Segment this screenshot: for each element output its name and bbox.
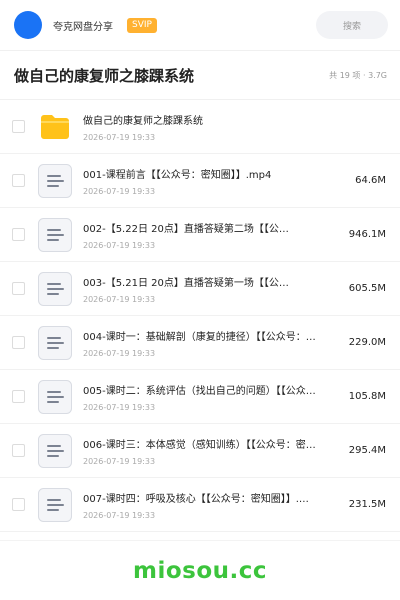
share-owner-name: 夸克网盘分享 xyxy=(53,21,113,33)
file-icon xyxy=(38,217,72,252)
top-bar: 夸克网盘分享 SVIP 搜索 xyxy=(0,0,400,50)
svip-badge: SVIP xyxy=(127,17,157,33)
item-date: 2026-07-19 19:33 xyxy=(83,510,156,520)
avatar[interactable] xyxy=(14,11,42,39)
list-item[interactable]: 002-【5.22日 20点】直播答疑第二场【【公… 2026-07-19 19:… xyxy=(0,208,400,262)
item-name: 007-课时四：呼吸及核心【【公众号：密知圈】】.… xyxy=(83,493,309,505)
item-name: 001-课程前言【【公众号：密知圈】】.mp4 xyxy=(83,169,272,181)
watermark: miosou.cc xyxy=(132,557,268,584)
select-checkbox[interactable] xyxy=(12,336,25,349)
item-name: 003-【5.21日 20点】直播答疑第一场【【公… xyxy=(83,277,289,289)
file-list: 做自己的康复师之膝踝系统 2026-07-19 19:33 001-课程前言【【公众… xyxy=(0,100,400,532)
item-info: 002-【5.22日 20点】直播答疑第二场【【公… 2026-07-19 19:… xyxy=(83,220,345,250)
item-date: 2026-07-19 19:33 xyxy=(83,402,156,412)
file-icon xyxy=(38,271,72,306)
list-item[interactable]: 004-课时一：基础解剖（康复的捷径）【【公众号：… 2026-07-19 19:… xyxy=(0,316,400,370)
item-name: 005-课时二：系统评估（找出自己的问题）【【公众… xyxy=(83,385,316,397)
select-checkbox[interactable] xyxy=(12,120,25,133)
item-size: 605.5M xyxy=(348,283,386,294)
list-item[interactable]: 006-课时三：本体感觉（感知训练）【【公众号：密… 2026-07-19 19:… xyxy=(0,424,400,478)
item-info: 007-课时四：呼吸及核心【【公众号：密知圈】】.… 2026-07-19 19:… xyxy=(83,490,345,520)
select-checkbox[interactable] xyxy=(12,174,25,187)
item-size: 946.1M xyxy=(348,229,386,240)
item-name: 006-课时三：本体感觉（感知训练）【【公众号：密… xyxy=(83,439,316,451)
item-name: 004-课时一：基础解剖（康复的捷径）【【公众号：… xyxy=(83,331,316,343)
search-button[interactable]: 搜索 xyxy=(316,11,388,39)
list-item[interactable]: 007-课时四：呼吸及核心【【公众号：密知圈】】.… 2026-07-19 19:… xyxy=(0,478,400,532)
page-title: 做自己的康复师之膝踝系统 xyxy=(14,66,195,85)
item-date: 2026-07-19 19:33 xyxy=(83,348,156,358)
file-icon xyxy=(38,487,72,522)
search-label: 搜索 xyxy=(342,21,361,32)
item-date: 2026-07-19 19:33 xyxy=(83,456,156,466)
select-checkbox[interactable] xyxy=(12,282,25,295)
item-info: 004-课时一：基础解剖（康复的捷径）【【公众号：… 2026-07-19 19:… xyxy=(83,328,345,358)
folder-header: 做自己的康复师之膝踝系统 共 19 项 · 3.7G xyxy=(0,51,400,99)
list-item[interactable]: 做自己的康复师之膝踝系统 2026-07-19 19:33 xyxy=(0,100,400,154)
item-info: 006-课时三：本体感觉（感知训练）【【公众号：密… 2026-07-19 19:… xyxy=(83,436,345,466)
item-name: 做自己的康复师之膝踝系统 xyxy=(83,115,203,127)
select-checkbox[interactable] xyxy=(12,498,25,511)
item-date: 2026-07-19 19:33 xyxy=(83,294,156,304)
item-size: 64.6M xyxy=(355,175,386,186)
item-info: 做自己的康复师之膝踝系统 2026-07-19 19:33 xyxy=(83,112,382,142)
file-icon xyxy=(38,379,72,414)
file-icon xyxy=(38,163,72,198)
select-checkbox[interactable] xyxy=(12,390,25,403)
item-size: 105.8M xyxy=(348,391,386,402)
item-size: 295.4M xyxy=(348,445,386,456)
item-summary: 共 19 项 · 3.7G xyxy=(329,70,387,80)
list-item[interactable]: 005-课时二：系统评估（找出自己的问题）【【公众… 2026-07-19 19:… xyxy=(0,370,400,424)
item-size: 229.0M xyxy=(348,337,386,348)
select-checkbox[interactable] xyxy=(12,444,25,457)
item-info: 005-课时二：系统评估（找出自己的问题）【【公众… 2026-07-19 19:… xyxy=(83,382,345,412)
item-size: 231.5M xyxy=(348,499,386,510)
item-info: 003-【5.21日 20点】直播答疑第一场【【公… 2026-07-19 19:… xyxy=(83,274,345,304)
item-name: 002-【5.22日 20点】直播答疑第二场【【公… xyxy=(83,223,289,235)
file-icon xyxy=(38,433,72,468)
select-checkbox[interactable] xyxy=(12,228,25,241)
folder-icon xyxy=(38,110,72,144)
file-icon xyxy=(38,325,72,360)
item-date: 2026-07-19 19:33 xyxy=(83,132,156,142)
footer: miosou.cc xyxy=(0,540,400,600)
item-info: 001-课程前言【【公众号：密知圈】】.mp4 2026-07-19 19:33 xyxy=(83,166,351,196)
list-item[interactable]: 001-课程前言【【公众号：密知圈】】.mp4 2026-07-19 19:33 6… xyxy=(0,154,400,208)
item-date: 2026-07-19 19:33 xyxy=(83,186,156,196)
list-item[interactable]: 003-【5.21日 20点】直播答疑第一场【【公… 2026-07-19 19:… xyxy=(0,262,400,316)
item-date: 2026-07-19 19:33 xyxy=(83,240,156,250)
